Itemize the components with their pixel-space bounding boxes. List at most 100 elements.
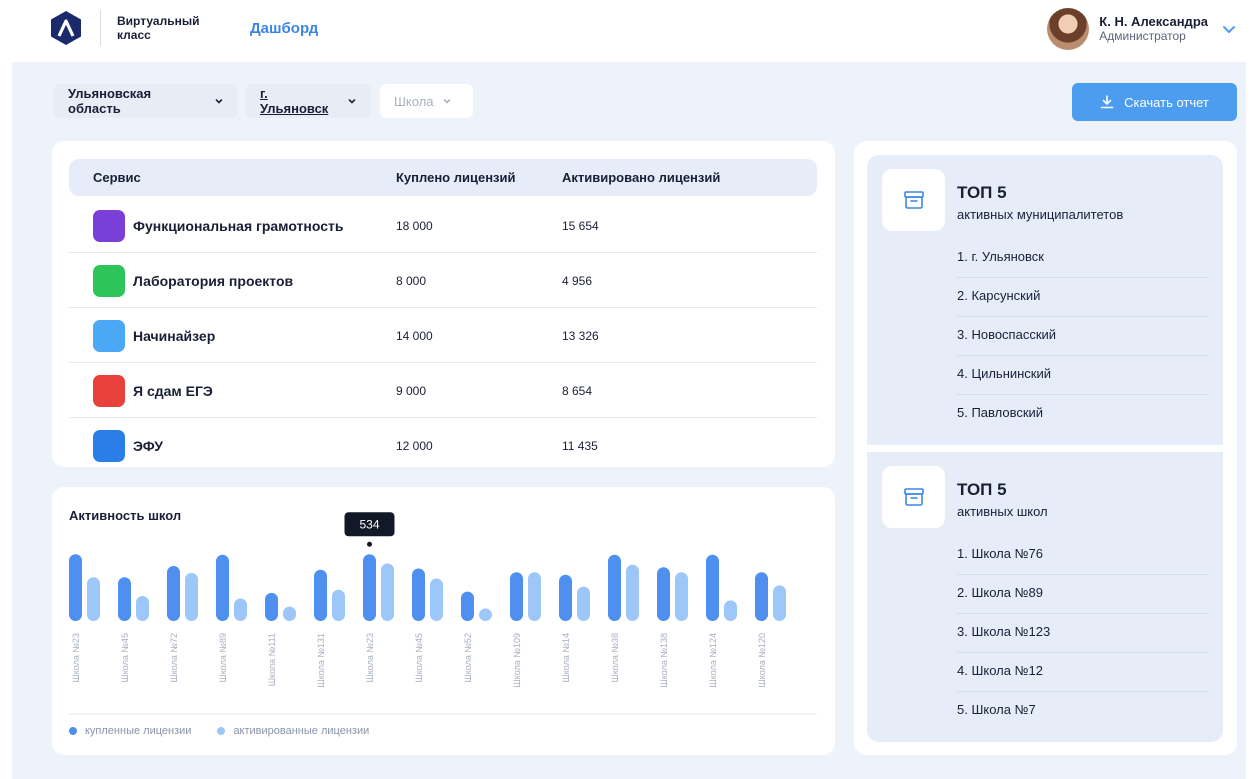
service-name: Функциональная грамотность xyxy=(133,218,344,234)
x-tick-label: Школа №89 xyxy=(218,633,228,683)
bar-activated[interactable] xyxy=(773,585,786,621)
activated-licenses: 4 956 xyxy=(562,274,593,288)
bought-licenses: 9 000 xyxy=(396,384,427,398)
bar-bought[interactable] xyxy=(69,554,82,621)
list-item[interactable]: 2. Карсунский xyxy=(957,278,1209,317)
x-tick-label: Школа №111 xyxy=(267,633,277,686)
nav-dashboard-link[interactable]: Дашборд xyxy=(250,20,318,37)
list-item[interactable]: 1. г. Ульяновск xyxy=(957,239,1209,278)
user-menu[interactable]: К. Н. Александра Администратор xyxy=(1047,8,1236,50)
shapes-icon xyxy=(93,265,125,297)
list-item[interactable]: 5. Школа №7 xyxy=(957,692,1209,731)
logo-icon[interactable] xyxy=(50,10,82,46)
bar-activated[interactable] xyxy=(87,577,100,621)
region-select[interactable]: Ульяновская область xyxy=(54,84,238,118)
bar-bought[interactable] xyxy=(363,554,376,621)
bar-bought[interactable] xyxy=(657,567,670,621)
list-item[interactable]: 2. Школа №89 xyxy=(957,575,1209,614)
bar-bought[interactable] xyxy=(118,577,131,621)
bar-activated[interactable] xyxy=(528,572,541,621)
bar-activated[interactable] xyxy=(185,572,198,621)
x-tick-label: Школа №23 xyxy=(71,633,81,683)
list-item[interactable]: 4. Цильнинский xyxy=(957,356,1209,395)
bought-licenses: 14 000 xyxy=(396,329,433,343)
bar-activated[interactable] xyxy=(332,589,345,621)
bar-activated[interactable] xyxy=(430,578,443,622)
user-role: Администратор xyxy=(1099,29,1186,43)
top-rankings-panel: ТОП 5 активных муниципалитетов 1. г. Уль… xyxy=(854,141,1237,755)
legend-item-bought: купленные лицензии xyxy=(69,725,191,737)
bar-bought[interactable] xyxy=(461,591,474,621)
x-tick-label: Школа №38 xyxy=(610,633,620,683)
download-report-button[interactable]: Скачать отчет xyxy=(1072,83,1237,121)
legend-label-bought: купленные лицензии xyxy=(85,725,192,737)
chevron-down-icon[interactable] xyxy=(1222,22,1236,36)
services-table: Сервис Куплено лицензий Активировано лиц… xyxy=(52,141,835,467)
x-tick-label: Школа №120 xyxy=(757,633,767,688)
bar-bought[interactable] xyxy=(265,592,278,621)
bar-activated[interactable] xyxy=(675,572,688,621)
app-header: Виртуальный класс Дашборд К. Н. Александ… xyxy=(0,0,1258,58)
bought-licenses: 12 000 xyxy=(396,439,433,453)
column-header-bought: Куплено лицензий xyxy=(396,170,516,185)
service-name: Начинайзер xyxy=(133,328,216,344)
region-select-label: Ульяновская область xyxy=(68,86,152,116)
bought-licenses: 18 000 xyxy=(396,219,433,233)
top-schools-list: 1. Школа №76 2. Школа №89 3. Школа №123 4. … xyxy=(957,536,1209,731)
bar-bought[interactable] xyxy=(412,568,425,622)
table-row[interactable]: Я сдам ЕГЭ 9 000 8 654 xyxy=(69,363,817,418)
bar-activated[interactable] xyxy=(724,600,737,621)
city-select[interactable]: г. Ульяновск xyxy=(246,84,371,118)
bar-activated[interactable] xyxy=(479,608,492,622)
activated-licenses: 15 654 xyxy=(562,219,599,233)
list-item[interactable]: 3. Школа №123 xyxy=(957,614,1209,653)
legend-label-activated: активированные лицензии xyxy=(233,725,370,737)
bar-activated[interactable] xyxy=(234,598,247,622)
top-municipalities-list: 1. г. Ульяновск 2. Карсунский 3. Новоспасс… xyxy=(957,239,1209,434)
table-row[interactable]: ЭФУ 12 000 11 435 xyxy=(69,418,817,473)
service-name: ЭФУ xyxy=(133,438,163,454)
tooltip-value: 534 xyxy=(359,517,379,531)
x-tick-label: Школа №109 xyxy=(512,633,522,688)
top-schools-subtitle: активных школ xyxy=(957,504,1048,519)
bar-bought[interactable] xyxy=(608,554,621,621)
x-tick-label: Школа №131 xyxy=(316,633,326,688)
list-item[interactable]: 1. Школа №76 xyxy=(957,536,1209,575)
bar-bought[interactable] xyxy=(755,572,768,621)
bar-activated[interactable] xyxy=(381,563,394,622)
brand-name: Виртуальный класс xyxy=(117,14,200,42)
list-item[interactable]: 3. Новоспасский xyxy=(957,317,1209,356)
bar-bought[interactable] xyxy=(559,574,572,621)
logo-divider xyxy=(100,10,101,46)
avatar xyxy=(1047,8,1090,50)
bar-bought[interactable] xyxy=(216,554,229,621)
bar-activated[interactable] xyxy=(283,606,296,621)
archive-box-icon xyxy=(882,169,945,231)
x-tick-label: Школа №45 xyxy=(414,633,424,683)
x-tick-label: Школа №138 xyxy=(659,633,669,688)
bar-bought[interactable] xyxy=(706,554,719,621)
x-tick-label: Школа №72 xyxy=(169,633,179,683)
bar-bought[interactable] xyxy=(510,572,523,621)
bar-bought[interactable] xyxy=(314,569,327,621)
bar-bought[interactable] xyxy=(167,566,180,621)
legend-dot-bought xyxy=(69,727,77,735)
x-tick-label: Школа №14 xyxy=(561,633,571,683)
table-row[interactable]: Лаборатория проектов 8 000 4 956 xyxy=(69,253,817,308)
table-row[interactable]: Начинайзер 14 000 13 326 xyxy=(69,308,817,363)
school-select[interactable]: Школа xyxy=(380,84,473,118)
bar-activated[interactable] xyxy=(626,564,639,621)
bar-activated[interactable] xyxy=(577,586,590,621)
activated-licenses: 8 654 xyxy=(562,384,593,398)
top-schools-card: ТОП 5 активных школ 1. Школа №76 2. Школа… xyxy=(867,452,1223,742)
table-row[interactable]: Функциональная грамотность 18 000 15 654 xyxy=(69,198,817,253)
table-header: Сервис Куплено лицензий Активировано лиц… xyxy=(69,159,817,196)
activated-licenses: 13 326 xyxy=(562,329,599,343)
tooltip-dot xyxy=(367,541,372,547)
bar-chart: Школа №23 Школа №45 Школа №72 Школа №89 Школ… xyxy=(69,512,817,715)
list-item[interactable]: 4. Школа №12 xyxy=(957,653,1209,692)
bar-activated[interactable] xyxy=(136,596,149,621)
list-item[interactable]: 5. Павловский xyxy=(957,395,1209,434)
bought-licenses: 8 000 xyxy=(396,274,427,288)
chevron-down-icon xyxy=(348,98,356,104)
